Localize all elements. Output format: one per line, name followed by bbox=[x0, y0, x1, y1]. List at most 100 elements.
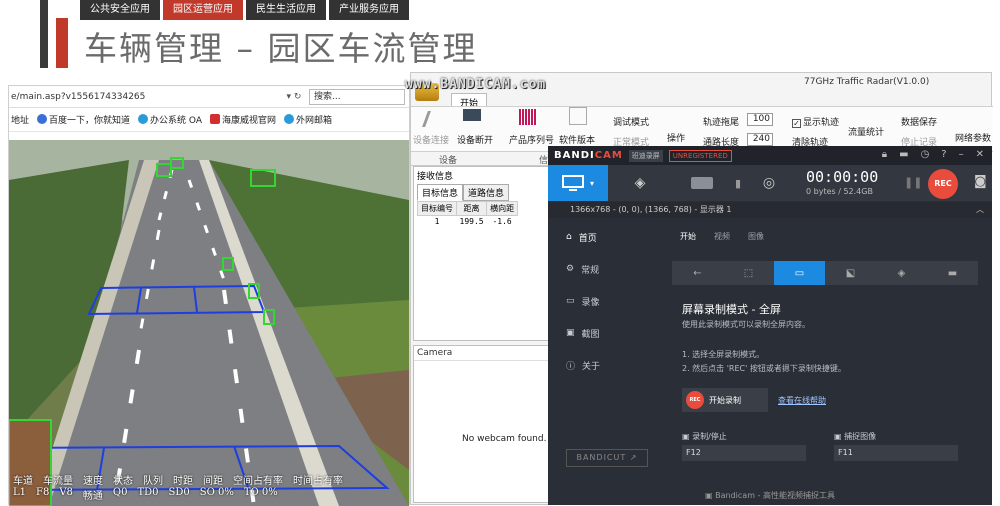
slide-title: 车辆管理 – 园区车流管理 bbox=[84, 29, 478, 68]
sidebar-item-video[interactable]: ▭ 录像 bbox=[548, 285, 658, 317]
tab-target-info[interactable]: 目标信息 bbox=[417, 184, 464, 201]
fullscreen-mode-icon[interactable]: ▭ bbox=[774, 261, 825, 285]
bandicam-footer[interactable]: ▣ Bandicam - 高性能视频捕捉工具 bbox=[548, 487, 992, 505]
collapse-icon[interactable]: ︿ bbox=[976, 202, 984, 218]
online-help-link[interactable]: 查看在线帮助 bbox=[778, 395, 826, 406]
pause-icon[interactable]: ❚❚ bbox=[904, 176, 922, 189]
webcam-icon: ◎ bbox=[762, 175, 776, 191]
unregistered-badge[interactable]: UNREGISTERED bbox=[668, 149, 732, 162]
operate-label: 操作 bbox=[667, 134, 686, 144]
chevron-down-icon[interactable]: ▾ bbox=[590, 179, 594, 188]
back-arrow-icon[interactable]: ← bbox=[672, 261, 723, 285]
checkbox-icon: ✓ bbox=[792, 119, 801, 128]
hotkey-capture-field[interactable]: F11 bbox=[834, 445, 958, 461]
keyboard-icon: ▣ bbox=[834, 432, 845, 441]
keyboard-icon: ▣ bbox=[682, 432, 693, 441]
tab-video[interactable]: 视频 bbox=[714, 231, 730, 242]
disconnect-button[interactable]: 设备断开 bbox=[457, 133, 493, 146]
column-header[interactable]: 横向距 bbox=[486, 201, 519, 216]
hdmi-icon bbox=[691, 177, 713, 189]
show-track-checkbox[interactable]: ✓ 显示轨迹 bbox=[792, 115, 839, 128]
ribbon-group-labels: 设备 信 bbox=[411, 152, 551, 166]
webcam-button[interactable]: ◎ bbox=[752, 165, 786, 201]
bandicut-button[interactable]: BANDICUT ↗ bbox=[566, 449, 648, 467]
bookmark-hikvision[interactable]: 海康威视官网 bbox=[209, 113, 276, 126]
resolution-bar[interactable]: 1366x768 - (0, 0), (1366, 768) - 显示器 1 ︿ bbox=[548, 202, 992, 218]
category-tab-industry: 产业服务应用 bbox=[329, 0, 409, 20]
bandicam-main: 开始 视频 图像 ← ⬚ ▭ ⬕ ◈ ▬ 屏幕录制模式 - 全屏 使用此录制模式… bbox=[666, 221, 984, 491]
sidebar-item-home[interactable]: ⌂ 首页 bbox=[548, 221, 658, 253]
help-icon[interactable]: ? bbox=[941, 149, 946, 160]
bandicam-tabs: 开始 视频 图像 bbox=[666, 221, 984, 251]
record-timer: 00:00:00 bbox=[806, 168, 879, 186]
bookmark-baidu[interactable]: 百度一下，你就知道 bbox=[37, 113, 130, 126]
mode-description: 使用此录制模式可以录制全屏内容。 bbox=[682, 320, 810, 329]
bookmark-mail[interactable]: 外网邮箱 bbox=[284, 113, 332, 126]
road-scene bbox=[9, 140, 409, 506]
monitor-icon bbox=[561, 175, 584, 191]
category-tab-public-safety: 公共安全应用 bbox=[80, 0, 160, 20]
bandicam-logo: BANDICAM bbox=[554, 150, 623, 161]
bandicam-sidebar: ⌂ 首页 ⚙ 常规 ▭ 录像 ▣ 截图 ⓘ 关于 bbox=[548, 221, 658, 381]
cursor-mode-icon[interactable]: ⬕ bbox=[825, 261, 876, 285]
start-record-button[interactable]: REC 开始录制 bbox=[682, 388, 768, 412]
gear-icon: ⚙ bbox=[566, 264, 575, 274]
net-params-button[interactable]: 网络参数 bbox=[955, 131, 991, 144]
track-drag-label: 轨迹拖尾 bbox=[703, 118, 740, 128]
bandicam-window: BANDICAM 班迪录屏 UNREGISTERED 🔒︎ ▬ ◷ ? – ✕ … bbox=[548, 146, 992, 505]
track-drag-field[interactable]: 100 bbox=[747, 113, 773, 126]
connect-button[interactable]: 设备连接 bbox=[413, 133, 449, 146]
close-icon[interactable]: ✕ bbox=[976, 149, 984, 160]
panel-title: 接收信息 bbox=[417, 172, 454, 182]
tab-road-info[interactable]: 道路信息 bbox=[463, 184, 510, 201]
hdmi-icon[interactable]: ▬ bbox=[927, 261, 978, 285]
mic-button[interactable]: ▮ bbox=[728, 165, 748, 201]
sidebar-item-about[interactable]: ⓘ 关于 bbox=[548, 349, 658, 381]
rec-button[interactable]: REC bbox=[928, 169, 958, 199]
connect-icon bbox=[422, 111, 446, 127]
folder-icon[interactable]: ▬ bbox=[899, 149, 908, 160]
gamepad-icon[interactable]: ◈ bbox=[876, 261, 927, 285]
stats-value-row: L1 F8 V8 畅通 Q0 TD0 SD0 SO 0% TO 0% bbox=[13, 487, 278, 502]
bookmark-oa[interactable]: 办公系统 OA bbox=[138, 113, 202, 126]
version-button[interactable]: 软件版本 bbox=[559, 133, 595, 146]
camera-icon[interactable]: ◙ bbox=[974, 174, 987, 189]
clock-icon[interactable]: ◷ bbox=[921, 149, 930, 160]
rectangle-mode-icon[interactable]: ⬚ bbox=[723, 261, 774, 285]
screen-mode-button[interactable]: ▾ bbox=[548, 165, 608, 201]
category-tabs: 公共安全应用 园区运营应用 民生生活应用 产业服务应用 bbox=[80, 0, 412, 20]
lock-icon[interactable]: 🔒︎ bbox=[882, 149, 887, 160]
bandicam-chip: 班迪录屏 bbox=[628, 149, 663, 162]
serial-button[interactable]: 产品序列号 bbox=[509, 133, 554, 146]
road-length-field[interactable]: 240 bbox=[747, 133, 773, 146]
microphone-icon: ▮ bbox=[734, 176, 742, 190]
search-input[interactable]: 搜索... bbox=[309, 88, 405, 105]
minimize-icon[interactable]: – bbox=[959, 149, 964, 160]
column-header[interactable]: 目标编号 bbox=[417, 201, 457, 216]
flow-stats-button[interactable]: 流量统计 bbox=[848, 125, 884, 138]
bookmark-address[interactable]: 地址 bbox=[11, 113, 29, 126]
mode-heading: 屏幕录制模式 - 全屏 bbox=[682, 303, 781, 316]
column-header[interactable]: 距离 bbox=[455, 201, 488, 216]
tab-image[interactable]: 图像 bbox=[748, 231, 764, 242]
barcode-icon bbox=[519, 109, 537, 125]
hotkey-record-field[interactable]: F12 bbox=[682, 445, 806, 461]
traffic-stats: 车道 车流量 速度 状态 队列 时距 间距 空间占有率 时间占有率 L1 F8 V8 畅通 … bbox=[13, 472, 343, 502]
bookmarks-bar: 地址 百度一下，你就知道 办公系统 OA 海康威视官网 外网邮箱 bbox=[9, 108, 409, 132]
sidebar-item-image[interactable]: ▣ 截图 bbox=[548, 317, 658, 349]
tab-start[interactable]: 开始 bbox=[680, 231, 696, 242]
address-text[interactable]: e/main.asp?v1556174334265 bbox=[9, 92, 279, 102]
device-mode-button[interactable] bbox=[682, 165, 722, 201]
category-tab-park-ops: 园区运营应用 bbox=[163, 0, 243, 20]
sidebar-item-general[interactable]: ⚙ 常规 bbox=[548, 253, 658, 285]
game-mode-button[interactable]: ◈ bbox=[620, 165, 660, 201]
hotkey-record-label: ▣ 录制/停止 bbox=[682, 432, 727, 441]
debug-mode-button[interactable]: 调试模式 bbox=[613, 115, 649, 128]
table-row[interactable]: 1 199.5 -1.6 bbox=[418, 216, 518, 228]
group-info-label: 信 bbox=[539, 156, 549, 166]
data-save-label: 数据保存 bbox=[901, 118, 938, 128]
refresh-icon[interactable]: ▾ ↻ bbox=[279, 92, 309, 102]
info-icon: ⓘ bbox=[566, 361, 576, 372]
image-icon: ▣ bbox=[566, 328, 575, 338]
camera-panel: Camera No webcam found. Ch bbox=[413, 345, 561, 503]
